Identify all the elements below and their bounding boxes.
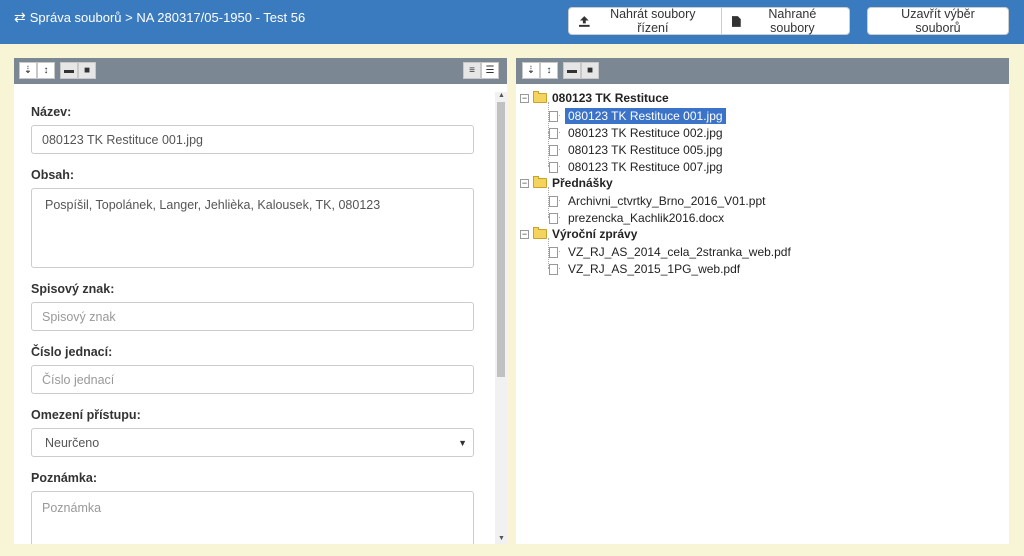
access-restriction-select[interactable]: Neurčeno ▼ — [31, 428, 474, 457]
file-mark-field[interactable]: Spisový znak — [31, 302, 474, 331]
folder-label: 080123 TK Restituce — [552, 91, 669, 105]
reference-number-label: Číslo jednací: — [31, 345, 113, 359]
file-icon — [549, 246, 558, 258]
note-label: Poznámka: — [31, 471, 97, 485]
collapse-node-icon[interactable]: − — [520, 93, 529, 103]
scroll-down-icon[interactable]: ▼ — [498, 535, 505, 542]
content-label: Obsah: — [31, 168, 75, 182]
file-label[interactable]: 080123 TK Restituce 005.jpg — [565, 142, 726, 158]
reference-number-field[interactable]: Číslo jednací — [31, 365, 474, 394]
tree-file[interactable]: 080123 TK Restituce 005.jpg — [549, 142, 726, 158]
file-label[interactable]: 080123 TK Restituce 002.jpg — [565, 125, 726, 141]
file-icon — [549, 212, 558, 224]
left-panel-toolbar: ⇣ ↕ ▬ ■ ≡ ☰ — [14, 58, 507, 84]
file-label[interactable]: VZ_RJ_AS_2014_cela_2stranka_web.pdf — [565, 244, 794, 260]
collapse-node-icon[interactable]: − — [520, 178, 529, 188]
folder-open-icon — [533, 91, 547, 103]
folder-icon[interactable]: ■ — [78, 62, 96, 79]
tree-folder[interactable]: − Přednášky — [520, 176, 613, 190]
upload-files-button[interactable]: Nahrát soubory řízení — [568, 7, 722, 35]
collapse-node-icon[interactable]: − — [520, 229, 529, 239]
file-icon — [549, 161, 558, 173]
folder-label: Výroční zprávy — [552, 227, 638, 241]
breadcrumb-text: Správa souborů > NA 280317/05-1950 - Tes… — [29, 10, 306, 25]
file-mark-label: Spisový znak: — [31, 282, 115, 296]
list-view-icon[interactable]: ≡ — [463, 62, 481, 79]
top-header: ⇄ Správa souborů > NA 280317/05-1950 - T… — [0, 0, 1024, 44]
name-field[interactable]: 080123 TK Restituce 001.jpg — [31, 125, 474, 154]
archive-icon[interactable]: ▬ — [563, 62, 581, 79]
breadcrumb: ⇄ Správa souborů > NA 280317/05-1950 - T… — [14, 9, 305, 26]
tree-file[interactable]: 080123 TK Restituce 001.jpg — [549, 108, 726, 124]
file-tree: − 080123 TK Restituce 080123 TK Restituc… — [520, 88, 1009, 544]
uploaded-files-label: Nahrané soubory — [768, 7, 817, 35]
file-label[interactable]: VZ_RJ_AS_2015_1PG_web.pdf — [565, 261, 743, 277]
upload-files-label: Nahrát soubory řízení — [610, 7, 696, 35]
close-file-selection-label: Uzavřít výběr souborů — [901, 7, 975, 35]
collapse-icon[interactable]: ⇣ — [522, 62, 540, 79]
name-label: Název: — [31, 105, 72, 119]
file-icon — [549, 110, 558, 122]
access-restriction-value: Neurčeno — [45, 435, 100, 450]
tree-file[interactable]: Archivni_ctvrtky_Brno_2016_V01.ppt — [549, 193, 768, 209]
uploaded-files-button[interactable]: Nahrané soubory — [722, 7, 850, 35]
file-details-panel: ⇣ ↕ ▬ ■ ≡ ☰ Název: 080123 TK Restituce 0… — [14, 58, 507, 544]
folder-label: Přednášky — [552, 176, 613, 190]
expand-icon[interactable]: ↕ — [37, 62, 55, 79]
file-icon — [549, 263, 558, 275]
file-label[interactable]: prezencka_Kachlik2016.docx — [565, 210, 727, 226]
detail-list-icon[interactable]: ☰ — [481, 62, 499, 79]
scrollbar-thumb[interactable] — [497, 102, 505, 377]
file-icon — [549, 127, 558, 139]
file-label[interactable]: Archivni_ctvrtky_Brno_2016_V01.ppt — [565, 193, 768, 209]
file-icon — [549, 195, 558, 207]
folder-open-icon — [533, 176, 547, 188]
tree-folder[interactable]: − Výroční zprávy — [520, 227, 637, 241]
tree-folder[interactable]: − 080123 TK Restituce — [520, 91, 669, 105]
form-scrollbar[interactable]: ▲ ▼ — [495, 92, 507, 544]
tree-file[interactable]: 080123 TK Restituce 002.jpg — [549, 125, 726, 141]
file-tree-panel: ⇣ ↕ ▬ ■ − 080123 TK Restituce 080123 TK … — [516, 58, 1009, 544]
tree-file[interactable]: VZ_RJ_AS_2014_cela_2stranka_web.pdf — [549, 244, 794, 260]
folder-icon[interactable]: ■ — [581, 62, 599, 79]
caret-down-icon: ▼ — [458, 438, 467, 448]
tree-file[interactable]: 080123 TK Restituce 007.jpg — [549, 159, 726, 175]
tree-file[interactable]: VZ_RJ_AS_2015_1PG_web.pdf — [549, 261, 743, 277]
tree-file[interactable]: prezencka_Kachlik2016.docx — [549, 210, 727, 226]
expand-icon[interactable]: ↕ — [540, 62, 558, 79]
file-icon — [549, 144, 558, 156]
close-file-selection-button[interactable]: Uzavřít výběr souborů — [867, 7, 1009, 35]
content-textarea[interactable]: Pospíšil, Topolánek, Langer, Jehlièka, K… — [31, 188, 474, 268]
file-label[interactable]: 080123 TK Restituce 007.jpg — [565, 159, 726, 175]
file-icon — [732, 15, 741, 27]
access-restriction-label: Omezení přístupu: — [31, 408, 141, 422]
archive-icon[interactable]: ▬ — [60, 62, 78, 79]
note-textarea[interactable]: Poznámka — [31, 491, 474, 544]
folder-open-icon — [533, 227, 547, 239]
right-panel-toolbar: ⇣ ↕ ▬ ■ — [516, 58, 1009, 84]
collapse-icon[interactable]: ⇣ — [19, 62, 37, 79]
file-form: Název: 080123 TK Restituce 001.jpg Obsah… — [14, 92, 494, 544]
file-label-selected[interactable]: 080123 TK Restituce 001.jpg — [565, 108, 726, 124]
exchange-arrows-icon: ⇄ — [14, 9, 26, 25]
scroll-up-icon[interactable]: ▲ — [498, 92, 505, 99]
upload-icon — [579, 15, 590, 27]
